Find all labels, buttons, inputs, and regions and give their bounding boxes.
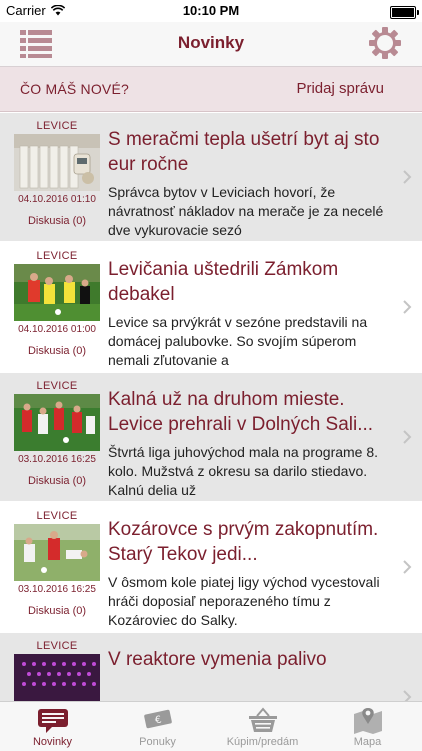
tab-label: Novinky bbox=[32, 736, 73, 748]
city-label: LEVICE bbox=[36, 380, 78, 392]
news-summary: Štvrtá liga juhovýchod mala na programe … bbox=[108, 444, 379, 498]
tab-label: Mapa bbox=[353, 736, 382, 748]
comments-link[interactable]: Diskusia (0) bbox=[10, 475, 104, 487]
news-item[interactable]: LEVICE V reaktore vymenia palivo bbox=[0, 633, 422, 701]
tab-offers[interactable]: € Ponuky bbox=[105, 702, 210, 751]
news-item-meta: LEVICE bbox=[10, 633, 104, 701]
tab-news[interactable]: Novinky bbox=[0, 702, 105, 751]
chevron-right-icon bbox=[403, 300, 412, 314]
comments-link[interactable]: Diskusia (0) bbox=[10, 605, 104, 617]
news-title: Levičania uštedrili Zámkom debakel bbox=[108, 259, 339, 305]
news-title: Kozárovce s prvým zakopnutím. Starý Teko… bbox=[108, 519, 379, 565]
offers-icon: € bbox=[144, 709, 172, 729]
news-item-meta: LEVICE 03.10.2016 16:25 Diskusia (0) bbox=[10, 503, 104, 617]
city-label: LEVICE bbox=[36, 640, 78, 652]
date-label: 04.10.2016 01:00 bbox=[18, 324, 96, 335]
news-item-content: Kozárovce s prvým zakopnutím. Starý Teko… bbox=[108, 517, 388, 630]
city-label: LEVICE bbox=[36, 120, 78, 132]
settings-button[interactable] bbox=[368, 26, 402, 60]
news-item-content: S meračmi tepla ušetrí byt aj sto eur ro… bbox=[108, 127, 388, 240]
status-time: 10:10 PM bbox=[182, 3, 240, 18]
news-feed[interactable]: LEVICE 04.10.2016 01:10 Diskusia (0) S m… bbox=[0, 113, 422, 701]
news-summary: Levice sa prvýkrát v sezóne predstavili … bbox=[108, 314, 368, 368]
news-item-content: Kalná už na druhom mieste. Levice prehra… bbox=[108, 387, 388, 500]
city-label: LEVICE bbox=[36, 250, 78, 262]
news-item-content: V reaktore vymenia palivo bbox=[108, 647, 388, 672]
tab-label: Ponuky bbox=[139, 736, 176, 748]
football-thumbnail bbox=[14, 394, 100, 451]
news-item[interactable]: LEVICE 04.10.2016 01:00 Diskusia (0) Lev… bbox=[0, 243, 422, 373]
tab-bar: Novinky € Ponuky Kúpim/predám Mapa bbox=[0, 701, 422, 751]
whats-new-prompt[interactable]: ČO MÁŠ NOVÉ? bbox=[20, 81, 129, 97]
comments-link[interactable]: Diskusia (0) bbox=[10, 345, 104, 357]
date-label: 04.10.2016 01:10 bbox=[18, 194, 96, 205]
news-item-content: Levičania uštedrili Zámkom debakel Levic… bbox=[108, 257, 388, 370]
date-label: 03.10.2016 16:25 bbox=[18, 454, 96, 465]
gear-icon bbox=[369, 27, 401, 59]
news-item[interactable]: LEVICE 03.10.2016 16:25 Diskusia (0) Koz… bbox=[0, 503, 422, 633]
chevron-right-icon bbox=[403, 170, 412, 184]
radiator-thumbnail bbox=[14, 134, 100, 191]
news-title: Kalná už na druhom mieste. Levice prehra… bbox=[108, 389, 374, 435]
date-label: 03.10.2016 16:25 bbox=[18, 584, 96, 595]
city-label: LEVICE bbox=[36, 510, 78, 522]
navigation-bar: Novinky bbox=[0, 22, 422, 67]
chevron-right-icon bbox=[403, 560, 412, 574]
football-thumbnail bbox=[14, 264, 100, 321]
reactor-thumbnail bbox=[14, 654, 100, 701]
tab-map[interactable]: Mapa bbox=[315, 702, 420, 751]
news-item-meta: LEVICE 04.10.2016 01:00 Diskusia (0) bbox=[10, 243, 104, 357]
news-icon bbox=[38, 709, 68, 733]
news-item[interactable]: LEVICE 04.10.2016 01:10 Diskusia (0) S m… bbox=[0, 113, 422, 243]
news-item[interactable]: LEVICE 03.10.2016 16:25 Diskusia (0) Kal… bbox=[0, 373, 422, 503]
news-summary: Správca bytov v Leviciach hovorí, že náv… bbox=[108, 184, 384, 238]
map-icon bbox=[354, 708, 382, 734]
football-thumbnail bbox=[14, 524, 100, 581]
page-title: Novinky bbox=[177, 33, 245, 52]
news-title: S meračmi tepla ušetrí byt aj sto eur ro… bbox=[108, 129, 380, 175]
composer-bar: ČO MÁŠ NOVÉ? Pridaj správu bbox=[0, 67, 422, 112]
tab-buy-sell[interactable]: Kúpim/predám bbox=[210, 702, 315, 751]
chevron-right-icon bbox=[403, 690, 412, 701]
news-summary: V ôsmom kole piatej ligy východ vycestov… bbox=[108, 574, 380, 628]
basket-icon bbox=[249, 707, 277, 732]
battery-icon bbox=[390, 6, 419, 19]
comments-link[interactable]: Diskusia (0) bbox=[10, 215, 104, 227]
status-bar: Carrier 10:10 PM bbox=[0, 0, 422, 22]
tab-label: Kúpim/predám bbox=[226, 736, 299, 748]
chevron-right-icon bbox=[403, 430, 412, 444]
news-title: V reaktore vymenia palivo bbox=[108, 649, 327, 670]
add-post-button[interactable]: Pridaj správu bbox=[296, 80, 384, 97]
news-item-meta: LEVICE 03.10.2016 16:25 Diskusia (0) bbox=[10, 373, 104, 487]
news-item-meta: LEVICE 04.10.2016 01:10 Diskusia (0) bbox=[10, 113, 104, 227]
